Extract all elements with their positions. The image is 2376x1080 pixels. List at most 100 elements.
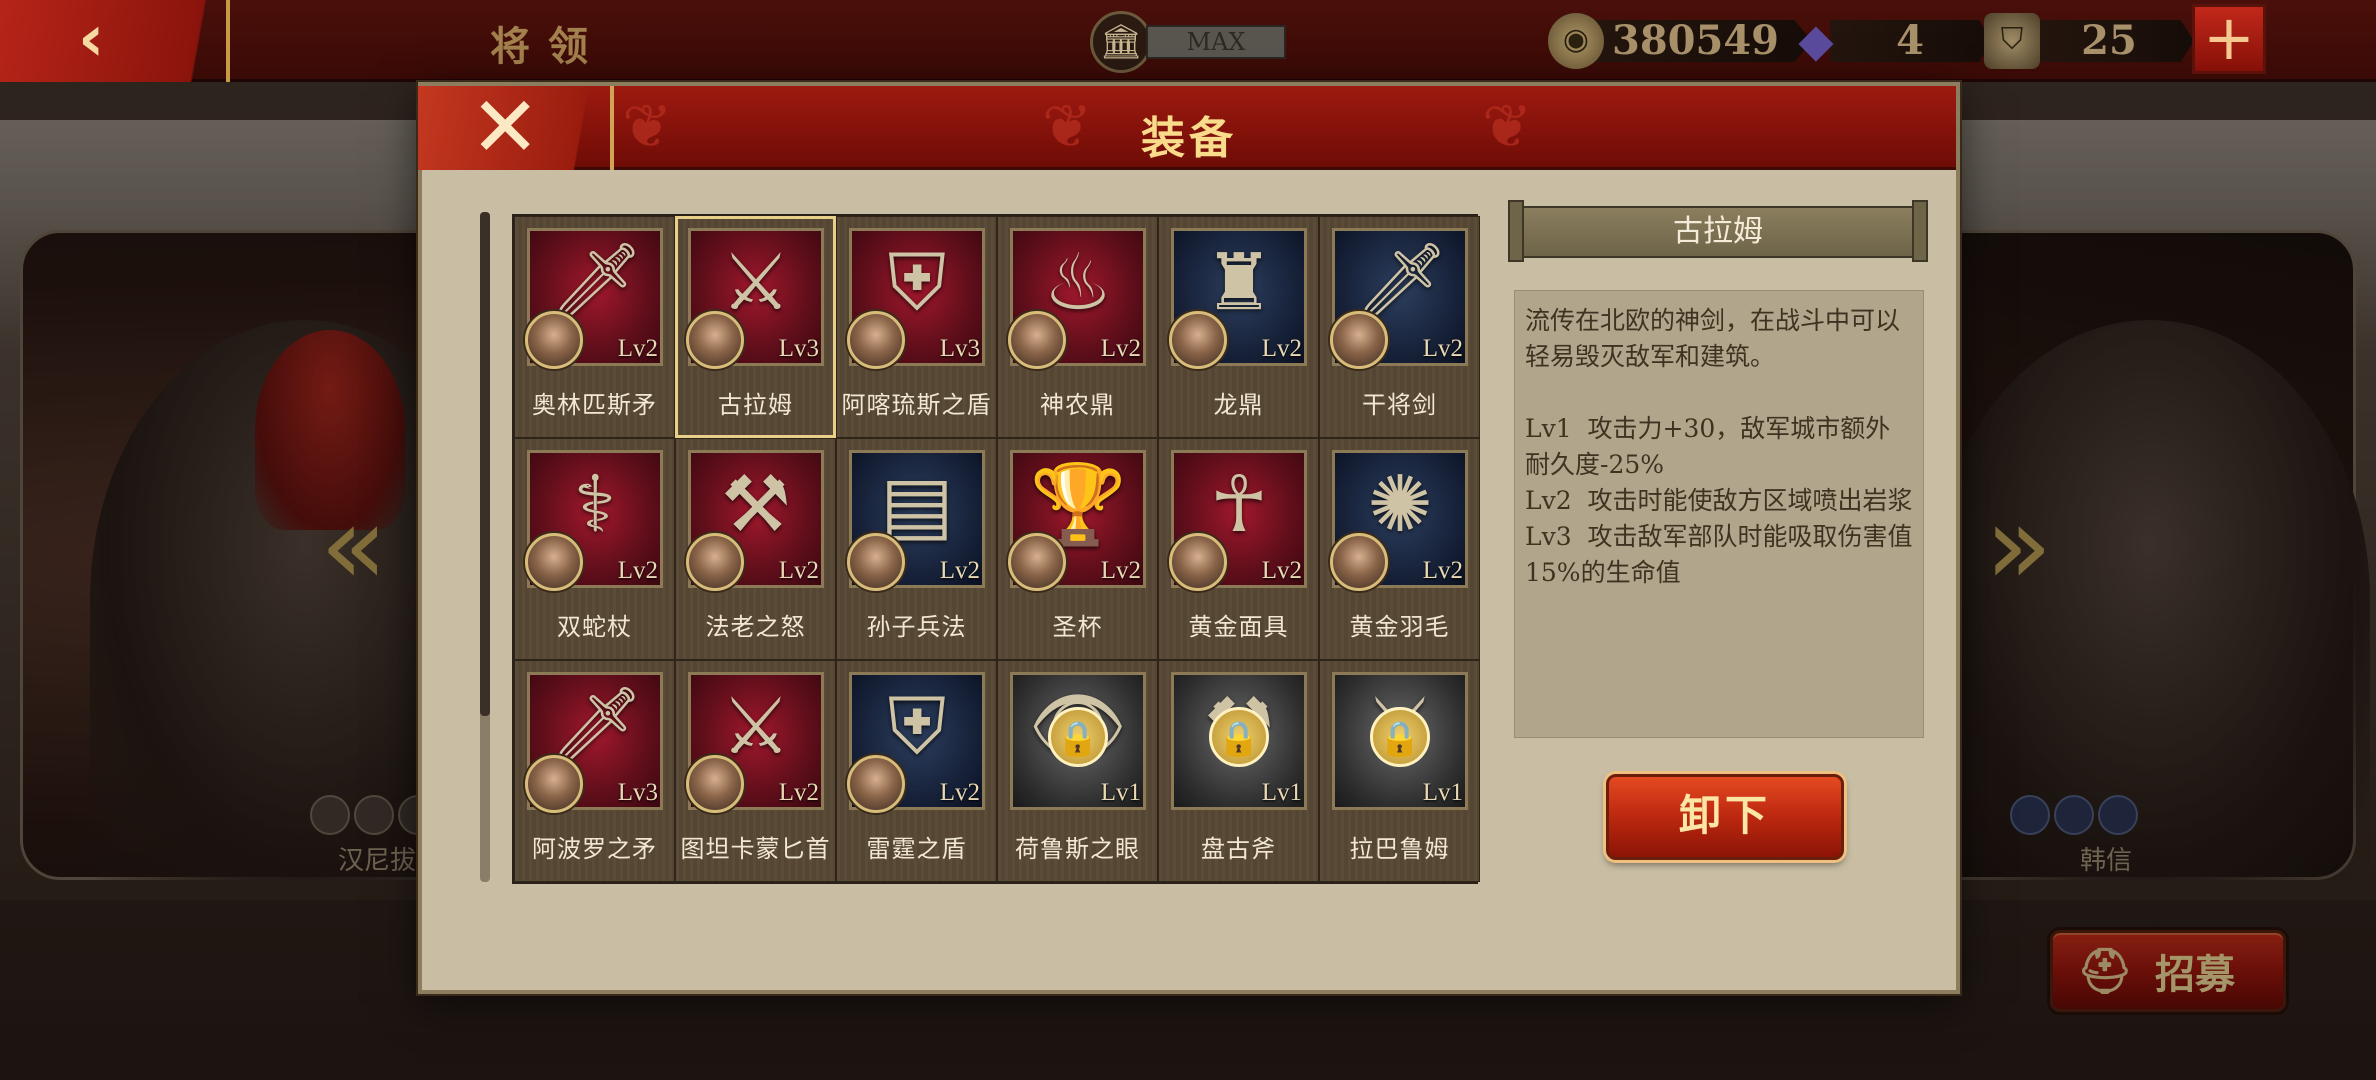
item-level: Lv2 [778,557,819,584]
temple-icon: 🏛 [1090,11,1152,73]
unequip-button[interactable]: 卸下 [1606,774,1844,860]
coin-counter: ◉ 380549 [1548,12,1812,70]
hero-avatar [1330,533,1388,591]
equipment-slot[interactable]: 🗡 Lv3 阿波罗之矛 [514,660,675,882]
item-level: Lv3 [939,335,980,362]
hero-avatar [525,311,583,369]
item-name: 阿波罗之矛 [532,835,657,863]
item-name: 黄金羽毛 [1349,613,1450,641]
token-counter: ⛉ 25 [1984,12,2194,70]
equipment-slot[interactable]: ⚔ Lv2 图坦卡蒙匕首 [675,660,836,882]
item-level: Lv2 [1422,557,1463,584]
item-description: 流传在北欧的神剑，在战斗中可以轻易毁灭敌军和建筑。 [1525,306,1901,371]
item-name: 盘古斧 [1201,835,1276,863]
lock-icon: 🔒 [1048,707,1108,767]
hero-avatar [686,311,744,369]
detail-title: 古拉姆 [1508,200,1928,262]
hero-avatar [1169,311,1227,369]
equipment-slot[interactable]: 🗡 Lv2 干将剑 [1319,216,1480,438]
item-level: Lv1 [1422,779,1463,806]
item-level: Lv3 [617,779,658,806]
item-name: 双蛇杖 [557,613,632,641]
token-icon: ⛉ [1984,13,2040,69]
item-level: Lv2 [617,557,658,584]
lock-icon: 🔒 [1370,707,1430,767]
equipment-slot[interactable]: ✺ Lv2 黄金羽毛 [1319,438,1480,660]
back-button[interactable]: ‹ [0,0,230,82]
equipment-slot[interactable]: ☥ Lv2 黄金面具 [1158,438,1319,660]
equipment-slot[interactable]: ⚔ Lv3 古拉姆 [675,216,836,438]
item-name: 阿喀琉斯之盾 [841,391,992,419]
close-button[interactable]: ✕ [418,85,614,170]
item-name: 孙子兵法 [866,613,967,641]
close-icon: ✕ [470,78,541,176]
coin-value: 380549 [1590,20,1812,62]
gem-value: 4 [1830,20,1992,62]
item-name: 神农鼎 [1040,391,1115,419]
item-name: 图坦卡蒙匕首 [680,835,831,863]
hero-avatar [525,533,583,591]
equipment-slot[interactable]: ⛨ Lv2 雷霆之盾 [836,660,997,882]
item-effects: Lv1 攻击力+30，敌军城市额外耐久度-25% Lv2 攻击时能使敌方区域喷出… [1525,414,1913,587]
hero-avatar [847,755,905,813]
equipment-slot[interactable]: ⚒🔒Lv1盘古斧 [1158,660,1319,882]
item-name: 雷霆之盾 [866,835,967,863]
hero-avatar [1330,311,1388,369]
item-level: Lv2 [617,335,658,362]
hero-avatar [686,755,744,813]
item-level: Lv1 [1261,779,1302,806]
coin-icon: ◉ [1548,13,1604,69]
equipment-slot[interactable]: ♜ Lv2 龙鼎 [1158,216,1319,438]
item-level: Lv2 [778,779,819,806]
equipment-slot[interactable]: ⚔🔒Lv1拉巴鲁姆 [1319,660,1480,882]
chevron-left-icon: ‹ [78,2,105,76]
item-level: Lv2 [939,557,980,584]
token-value: 25 [2026,20,2194,62]
item-level: Lv2 [1100,335,1141,362]
equipment-slot[interactable]: ⚕ Lv2 双蛇杖 [514,438,675,660]
page-title: 将领 [490,23,606,70]
item-level: Lv2 [1100,557,1141,584]
museum-level[interactable]: 🏛 MAX [1090,8,1286,76]
item-name: 龙鼎 [1213,391,1264,419]
item-name: 古拉姆 [718,391,793,419]
item-name: 黄金面具 [1188,613,1289,641]
grid-scrollbar[interactable] [480,212,490,882]
equipment-slot[interactable]: ⛨ Lv3 阿喀琉斯之盾 [836,216,997,438]
item-name: 拉巴鲁姆 [1349,835,1450,863]
item-level: Lv2 [1261,557,1302,584]
hero-avatar [1008,533,1066,591]
hero-avatar [847,311,905,369]
equipment-slot[interactable]: ♨ Lv2 神农鼎 [997,216,1158,438]
lock-icon: 🔒 [1209,707,1269,767]
equipment-grid: 🗡 Lv2 奥林匹斯矛 ⚔ Lv3 古拉姆 ⛨ Lv3 阿喀琉斯之盾 ♨ Lv2 神农鼎 ♜ Lv2 龙鼎 🗡… [512,214,1480,884]
item-level: Lv2 [939,779,980,806]
item-name: 圣杯 [1052,613,1103,641]
museum-level-value: MAX [1146,25,1286,59]
detail-description-box: 流传在北欧的神剑，在战斗中可以轻易毁灭敌军和建筑。 Lv1 攻击力+30，敌军城… [1514,290,1924,738]
item-name: 荷鲁斯之眼 [1015,835,1140,863]
gem-icon: ◆ [1798,13,1834,67]
scrollbar-thumb[interactable] [480,212,490,716]
hero-avatar [1008,311,1066,369]
top-bar: ‹ 将领 🏛 MAX ◉ 380549 ◆ 4 ⛉ 25 + [0,0,2376,82]
hero-avatar [525,755,583,813]
equipment-slot[interactable]: 🏆 Lv2 圣杯 [997,438,1158,660]
item-level: Lv2 [1422,335,1463,362]
equipment-slot[interactable]: ⚒ Lv2 法老之怒 [675,438,836,660]
hero-avatar [847,533,905,591]
item-name: 奥林匹斯矛 [532,391,657,419]
add-resource-button[interactable]: + [2192,4,2266,74]
gem-counter: ◆ 4 [1788,12,1992,70]
item-level: Lv2 [1261,335,1302,362]
item-name: 法老之怒 [705,613,806,641]
hero-avatar [686,533,744,591]
item-name: 干将剑 [1362,391,1437,419]
equipment-slot[interactable]: 👁🔒Lv1荷鲁斯之眼 [997,660,1158,882]
equipment-slot[interactable]: ▤ Lv2 孙子兵法 [836,438,997,660]
modal-header: ❦ ❦ ❦ 装备 ✕ [418,85,1956,170]
item-level: Lv3 [778,335,819,362]
equipment-slot[interactable]: 🗡 Lv2 奥林匹斯矛 [514,216,675,438]
modal-title: 装备 [1141,113,1237,164]
item-level: Lv1 [1100,779,1141,806]
